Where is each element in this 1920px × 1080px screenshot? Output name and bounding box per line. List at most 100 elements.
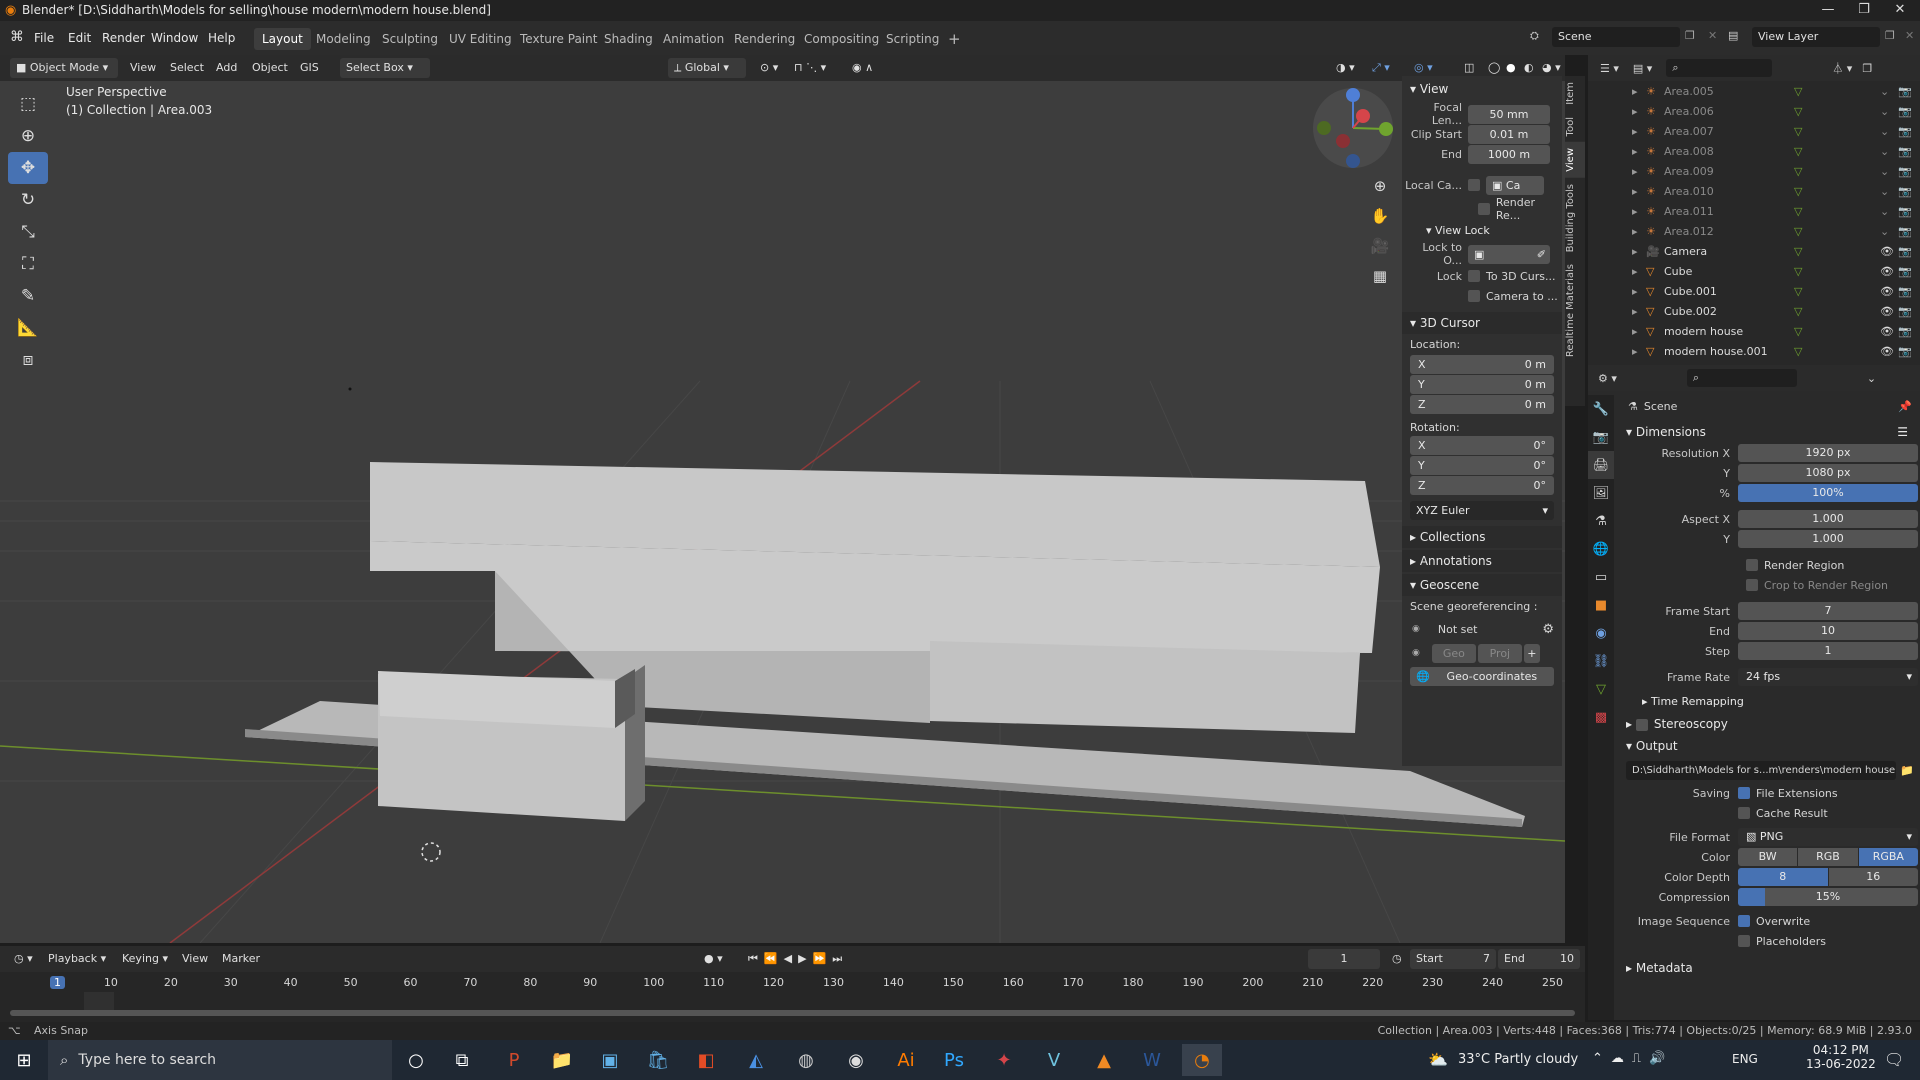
time-remapping-header[interactable]: ▸ Time Remapping (1618, 691, 1918, 713)
menu-object[interactable]: Object (248, 58, 292, 78)
rendered-shading-icon[interactable]: ◕ ▾ (1538, 58, 1565, 78)
select-tool-icon[interactable]: ⬚ (8, 88, 48, 120)
mode-selector[interactable]: ■ Object Mode ▾ (10, 58, 118, 78)
tab-animation[interactable]: Animation (655, 28, 732, 50)
render-camera-icon[interactable]: 📷 (1898, 85, 1920, 98)
clip-start-field[interactable]: 0.01 m (1468, 124, 1550, 144)
frame-end-field[interactable]: 10 (1738, 622, 1918, 640)
tab-shading[interactable]: Shading (596, 28, 661, 50)
proj-button[interactable]: Proj (1477, 643, 1522, 663)
lock-to-object-field[interactable]: ▣ ✐ (1468, 244, 1550, 264)
sketchup-icon[interactable]: ◭ (736, 1044, 776, 1076)
pan-hand-icon[interactable]: ✋ (1370, 201, 1390, 231)
aspect-y-field[interactable]: 1.000 (1738, 530, 1918, 548)
properties-options-icon[interactable]: ⌄ (1867, 372, 1876, 385)
add-proj-icon[interactable]: + (1523, 643, 1540, 663)
collection-tab-icon[interactable]: ▭ (1588, 563, 1614, 591)
cursor-loc-x[interactable]: X 0 m (1410, 355, 1554, 374)
tab-tool[interactable]: Tool (1565, 111, 1585, 142)
store-icon[interactable]: 🛍 (638, 1044, 678, 1076)
visibility-eye-icon[interactable]: ⌄ (1880, 185, 1898, 198)
cursor-rot-z[interactable]: Z 0° (1410, 476, 1554, 495)
auto-keying-icon[interactable]: ● ▾ (700, 949, 727, 969)
tab-view[interactable]: View (1565, 142, 1585, 178)
render-camera-icon[interactable]: 📷 (1898, 145, 1920, 158)
gizmo-neg-y-ball[interactable] (1317, 121, 1331, 135)
expand-arrow-icon[interactable]: ▸ (1632, 165, 1646, 178)
local-camera-checkbox[interactable] (1468, 179, 1480, 191)
depth-8-button[interactable]: 8 (1738, 868, 1828, 886)
gizmo-x-ball[interactable] (1356, 109, 1370, 123)
new-scene-icon[interactable]: ❐ (1685, 29, 1695, 42)
menu-render[interactable]: Render (96, 28, 151, 48)
visibility-eye-icon[interactable]: 👁 (1880, 345, 1898, 358)
resolution-percent-field[interactable]: 100% (1738, 484, 1918, 502)
xray-icon[interactable]: ◫ (1460, 58, 1478, 78)
material-shading-icon[interactable]: ◐ (1520, 58, 1538, 78)
jump-end-icon[interactable]: ⏭ (832, 952, 848, 965)
render-tab-icon[interactable]: 📷 (1588, 423, 1614, 451)
timeline-area[interactable]: 1 10 20 30 40 50 60 70 80 90 100 110 120 130 140 150 160… (0, 972, 1585, 1022)
scene-selector[interactable]: Scene (1552, 27, 1680, 47)
expand-arrow-icon[interactable]: ▸ (1632, 105, 1646, 118)
gizmo-z-ball[interactable] (1346, 88, 1360, 102)
clock[interactable]: 04:12 PM 13-06-2022 (1806, 1043, 1876, 1071)
folder-icon[interactable]: 📁 (1896, 764, 1918, 777)
properties-search-input[interactable]: ⌕ (1686, 369, 1797, 387)
3d-viewport[interactable]: ⬚ ⊕ ✥ ↻ ⤡ ⛶ ✎ 📐 ⧈ User Perspective (1) C… (0, 81, 1565, 943)
solid-shading-icon[interactable]: ● (1502, 58, 1520, 78)
display-mode-icon[interactable]: ▤ ▾ (1633, 62, 1652, 75)
output-tab-icon[interactable]: 🖨 (1588, 451, 1614, 479)
app-icon[interactable]: ◍ (786, 1044, 826, 1076)
view-layer-selector[interactable]: View Layer (1752, 27, 1880, 47)
menu-select[interactable]: Select (166, 58, 208, 78)
pin-icon[interactable]: 📌 (1898, 400, 1912, 413)
visibility-eye-icon[interactable]: ⌄ (1880, 205, 1898, 218)
next-keyframe-icon[interactable]: ⏩ (813, 952, 833, 965)
visibility-icon[interactable]: ◑ ▾ (1332, 58, 1359, 78)
view-layer-tab-icon[interactable]: 🖼 (1588, 479, 1614, 507)
render-camera-icon[interactable]: 📷 (1898, 205, 1920, 218)
color-bw-button[interactable]: BW (1738, 848, 1798, 866)
restore-icon[interactable]: ❐ (1846, 0, 1882, 21)
texture-tab-icon[interactable]: ▩ (1588, 703, 1614, 731)
tab-scripting[interactable]: Scripting (878, 28, 947, 50)
expand-arrow-icon[interactable]: ▸ (1632, 225, 1646, 238)
scene-tab-icon[interactable]: ⚗ (1588, 507, 1614, 535)
blender-taskbar-icon[interactable]: ◔ (1182, 1044, 1222, 1076)
geo-settings-gear-icon[interactable]: ⚙ (1542, 622, 1554, 637)
timeline-editor-icon[interactable]: ◷ ▾ (10, 949, 37, 969)
render-camera-icon[interactable]: 📷 (1898, 265, 1920, 278)
properties-editor-icon[interactable]: ⚙ ▾ (1598, 372, 1617, 385)
word-icon[interactable]: W (1132, 1044, 1172, 1076)
timeline-scrollbar[interactable] (10, 1010, 1575, 1016)
cursor-loc-z[interactable]: Z 0 m (1410, 395, 1554, 414)
outliner-editor-type-icon[interactable]: ☰ ▾ (1600, 62, 1619, 75)
weather-text[interactable]: 33°C Partly cloudy (1458, 1052, 1578, 1067)
stereoscopy-header[interactable]: ▸ Stereoscopy (1618, 713, 1918, 735)
scale-tool-icon[interactable]: ⤡ (8, 216, 48, 248)
file-format-dropdown[interactable]: ▧ PNG ▾ (1738, 828, 1918, 846)
file-extensions-checkbox[interactable] (1738, 787, 1750, 799)
clip-end-field[interactable]: 1000 m (1468, 144, 1550, 164)
gizmo-neg-x-ball[interactable] (1336, 134, 1350, 148)
view-panel-header[interactable]: ▾ View (1402, 78, 1562, 100)
outliner-item[interactable]: ▸ ▽ Cube.002 ▽ 👁 📷 (1588, 301, 1920, 321)
expand-arrow-icon[interactable]: ▸ (1632, 145, 1646, 158)
tab-modeling[interactable]: Modeling (308, 28, 379, 50)
notifications-icon[interactable]: 🗨 (1884, 1050, 1904, 1069)
object-tab-icon[interactable]: ■ (1588, 591, 1614, 619)
render-camera-icon[interactable]: 📷 (1898, 165, 1920, 178)
illustrator-icon[interactable]: Ai (886, 1044, 926, 1076)
geo-coordinates-button[interactable]: 🌐 Geo-coordinates (1410, 667, 1554, 686)
office-icon[interactable]: ◧ (686, 1044, 726, 1076)
playback-menu[interactable]: Playback ▾ (44, 949, 110, 969)
transform-orientation-dropdown[interactable]: ⟂ Global ▾ (668, 58, 746, 78)
start-frame-field[interactable]: Start 7 (1410, 949, 1496, 969)
expand-arrow-icon[interactable]: ▸ (1632, 345, 1646, 358)
visibility-eye-icon[interactable]: ⌄ (1880, 165, 1898, 178)
lock-cursor-checkbox[interactable] (1468, 270, 1480, 282)
render-camera-icon[interactable]: 📷 (1898, 185, 1920, 198)
visibility-eye-icon[interactable]: 👁 (1880, 285, 1898, 298)
tool-tab-icon[interactable]: 🔧 (1588, 395, 1614, 423)
